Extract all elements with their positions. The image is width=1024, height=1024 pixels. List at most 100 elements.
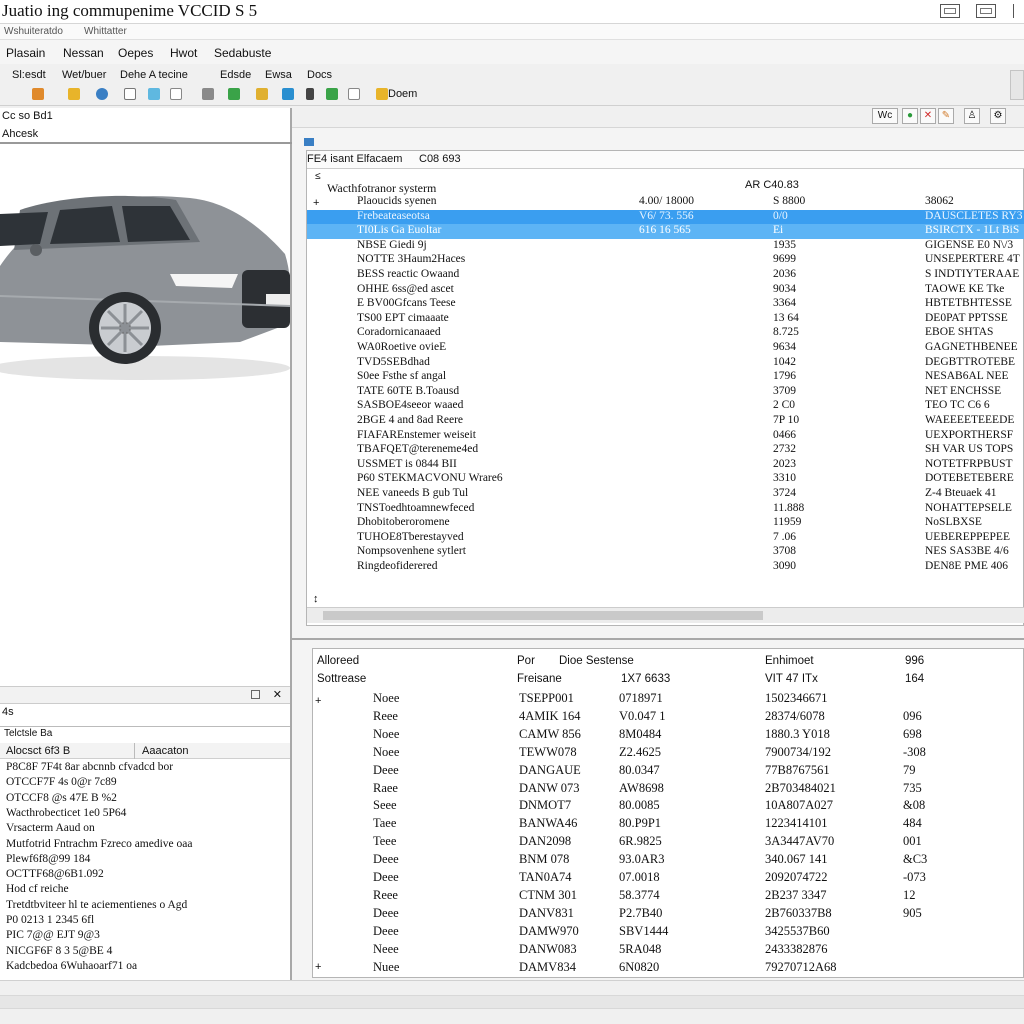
left-list-col2-header[interactable]: Aaacaton	[142, 745, 188, 757]
maximize-button[interactable]	[976, 4, 996, 18]
view-button[interactable]: Wc	[872, 108, 898, 124]
print-icon[interactable]	[202, 88, 214, 100]
measurement-row[interactable]: TS00 EPT cimaaate 13 64 DE0PAT PPTSSE	[307, 312, 1024, 327]
restore-icon[interactable]	[251, 690, 260, 699]
toolbar-label-4[interactable]: Edsde	[220, 69, 251, 81]
values-row[interactable]: Deee DAMW970 SBV1444 3425537B60	[313, 924, 1024, 942]
measurement-row[interactable]: USSMET is 0844 BII 2023 NOTETFRPBUST	[307, 458, 1024, 473]
measurement-row[interactable]: Dhobitoberoromene 11959 NoSLBXSE	[307, 516, 1024, 531]
measurement-row[interactable]: SASBOE4seeor waaed 2 C0 TEO TC C6 6	[307, 399, 1024, 414]
values-row[interactable]: Nuee DAMV834 6N0820 79270712A68	[313, 960, 1024, 978]
tools-icon[interactable]: ✎	[938, 108, 954, 124]
left-list-item[interactable]: Tretdtbviteer hl te aciementienes o Agd	[6, 899, 187, 911]
measurement-row[interactable]: NEE vaneeds B gub Tul 3724 Z-4 Bteuaek 41	[307, 487, 1024, 502]
values-row[interactable]: Seee DNMOT7 80.0085 10A807A027 &08	[313, 798, 1024, 816]
toolbar-label-1[interactable]: Sl:esdt	[12, 69, 46, 81]
left-list-item[interactable]: P0 0213 1 2345 6fl	[6, 914, 94, 926]
measurement-row[interactable]: P60 STEKMACVONU Wrare6 3310 DOTEBETEBERE	[307, 472, 1024, 487]
left-panel-splitter[interactable]: ✕	[0, 686, 290, 704]
measurement-row[interactable]: Frebeateaseotsa V6/ 73. 556 0/0 DAUSCLETES …	[307, 209, 1024, 225]
values-row[interactable]: Deee TAN0A74 07.0018 2092074722 -073	[313, 870, 1024, 888]
toolbar-label-6[interactable]: Docs	[307, 69, 332, 81]
values-down-icon[interactable]: +	[315, 961, 321, 973]
left-list-item[interactable]: P8C8F 7F4t 8ar abcnnb cfvadcd bor	[6, 761, 173, 773]
scrollbar-thumb[interactable]	[323, 611, 763, 620]
left-list-item[interactable]: OTCCF8 @s 47E B %2	[6, 792, 117, 804]
stop-icon[interactable]: ✕	[920, 108, 936, 124]
values-row[interactable]: Reee CTNM 301 58.3774 2B237 3347 12	[313, 888, 1024, 906]
values-row[interactable]: Deee BNM 078 93.0AR3 340.067 141 &C3	[313, 852, 1024, 870]
play-icon[interactable]	[228, 88, 240, 100]
key-icon[interactable]	[256, 88, 268, 100]
panel-pin-icon[interactable]	[304, 138, 314, 146]
values-row[interactable]: Noee TEWW078 Z2.4625 7900734/192 -308	[313, 745, 1024, 763]
values-row[interactable]: Deee DANGAUE 80.0347 77B8767561 79	[313, 763, 1024, 781]
menu-item-3[interactable]: Oepes	[118, 46, 153, 60]
gear-icon[interactable]	[96, 88, 108, 100]
menu-item-5[interactable]: Sedabuste	[214, 46, 271, 60]
document-icon[interactable]	[170, 88, 182, 100]
measurement-row[interactable]: 2BGE 4 and 8ad Reere 7P 10 WAEEEETEEEDE	[307, 414, 1024, 429]
window-icon[interactable]	[148, 88, 160, 100]
ok-icon[interactable]: ●	[902, 108, 918, 124]
measurement-row[interactable]: Nompsovenhene sytlert 3708 NES SAS3BE 4/6	[307, 545, 1024, 560]
measurement-row[interactable]: BESS reactic Owaand 2036 S INDTIYTERAAE	[307, 268, 1024, 283]
left-list-item[interactable]: Wacthrobecticet 1e0 5P64	[6, 807, 126, 819]
measurement-row[interactable]: S0ee Fsthe sf angal 1796 NESAB6AL NEE	[307, 370, 1024, 385]
values-row[interactable]: Neee DANW083 5RA048 2433382876	[313, 942, 1024, 960]
values-row[interactable]: Raee DANW 073 AW8698 2B703484021 735	[313, 781, 1024, 799]
values-row[interactable]: Deee DANV831 P2.7B40 2B760337B8 905	[313, 906, 1024, 924]
values-row[interactable]: Noee TSEPP001 0718971 1502346671	[313, 691, 1024, 709]
settings-icon[interactable]: ⚙	[990, 108, 1006, 124]
left-list-item[interactable]: Mutfotrid Fntrachm Fzreco amedive oaa	[6, 838, 193, 850]
left-list-item[interactable]: NICGF6F 8 3 5@BE 4	[6, 945, 112, 957]
toolbar-doc-button[interactable]: Doem	[388, 88, 417, 100]
close-icon[interactable]: ✕	[273, 688, 282, 701]
values-row[interactable]: Reee 4AMIK 164 V0.047 1 28374/6078 096	[313, 709, 1024, 727]
scroll-marker-icon[interactable]: ↕	[313, 593, 319, 605]
measurement-row[interactable]: TBAFQET@tereneme4ed 2732 SH VAR US TOPS	[307, 443, 1024, 458]
pin-icon[interactable]	[68, 88, 80, 100]
left-list-item[interactable]: Kadcbedoa 6Wuhaoarf71 oa	[6, 960, 137, 972]
measurement-row[interactable]: Coradornicanaaed 8.725 EBOE SHTAS	[307, 326, 1024, 341]
measurement-row[interactable]: OHHE 6ss@ed ascet 9034 TAOWE KE Tke	[307, 283, 1024, 298]
copy-icon[interactable]	[124, 88, 136, 100]
values-row[interactable]: Taee BANWA46 80.P9P1 1223414101 484	[313, 816, 1024, 834]
values-row[interactable]: Teee DAN2098 6R.9825 3A3447AV70 001	[313, 834, 1024, 852]
menu-item-4[interactable]: Hwot	[170, 46, 197, 60]
column-divider[interactable]	[134, 743, 135, 759]
subtab-1[interactable]: Wshuiteratdo	[4, 26, 63, 37]
horizontal-scrollbar[interactable]	[307, 607, 1024, 623]
chart-icon[interactable]	[326, 88, 338, 100]
measurement-row[interactable]: NBSE Giedi 9j 1935 GIGENSE E0 N\/3	[307, 239, 1024, 254]
arrow-icon[interactable]	[32, 88, 44, 100]
measurement-row[interactable]: TATE 60TE B.Toausd 3709 NET ENCHSSE	[307, 385, 1024, 400]
left-list-col1-header[interactable]: Alocsct 6f3 B	[6, 745, 70, 757]
left-list-item[interactable]: Vrsacterm Aaud on	[6, 822, 95, 834]
measurement-row[interactable]: NOTTE 3Haum2Haces 9699 UNSEPERTERE 4T	[307, 253, 1024, 268]
values-row[interactable]: Noee CAMW 856 8M0484 1880.3 Y018 698	[313, 727, 1024, 745]
clip-icon[interactable]	[348, 88, 360, 100]
measurement-row[interactable]: TUHOE8Tberestayved 7 .06 UEBEREPPEPEE	[307, 531, 1024, 546]
user-icon[interactable]: ♙	[964, 108, 980, 124]
measurement-row[interactable]: Plaoucids syenen 4.00/ 18000 S 8800 38062	[307, 195, 1024, 210]
measurement-row[interactable]: TNSToedhtoamnewfeced 11.888 NOHATTEPSELE	[307, 502, 1024, 517]
measurement-row[interactable]: Ringdeofiderered 3090 DEN8E PME 406	[307, 560, 1024, 575]
toolbar-label-3[interactable]: Dehe A tecine	[120, 69, 188, 81]
folder-icon[interactable]	[376, 88, 388, 100]
measurement-row[interactable]: TVD5SEBdhad 1042 DEGBTTROTEBE	[307, 356, 1024, 371]
close-button[interactable]	[1004, 4, 1024, 18]
left-list-item[interactable]: Plewf6f8@99 184	[6, 853, 90, 865]
left-list-item[interactable]: OTCCF7F 4s 0@r 7c89	[6, 776, 117, 788]
left-list-item[interactable]: OCTTF68@6B1.092	[6, 868, 104, 880]
measurement-row[interactable]: E BV00Gfcans Teese 3364 HBTETBHTESSE	[307, 297, 1024, 312]
left-list-item[interactable]: PIC 7@@ EJT 9@3	[6, 929, 100, 941]
plug-icon[interactable]	[306, 88, 314, 100]
minimize-button[interactable]	[940, 4, 960, 18]
measurement-row[interactable]: WA0Roetive ovieE 9634 GAGNETHBENEE	[307, 341, 1024, 356]
measurement-row[interactable]: TI0Lis Ga Euoltar 616 16 565 Ei BSIRCTX - 1…	[307, 224, 1024, 239]
left-list-item[interactable]: Hod cf reiche	[6, 883, 69, 895]
menu-item-2[interactable]: Nessan	[63, 46, 104, 60]
subtab-2[interactable]: Whittatter	[84, 26, 127, 37]
toolbar-label-2[interactable]: Wet/buer	[62, 69, 106, 81]
